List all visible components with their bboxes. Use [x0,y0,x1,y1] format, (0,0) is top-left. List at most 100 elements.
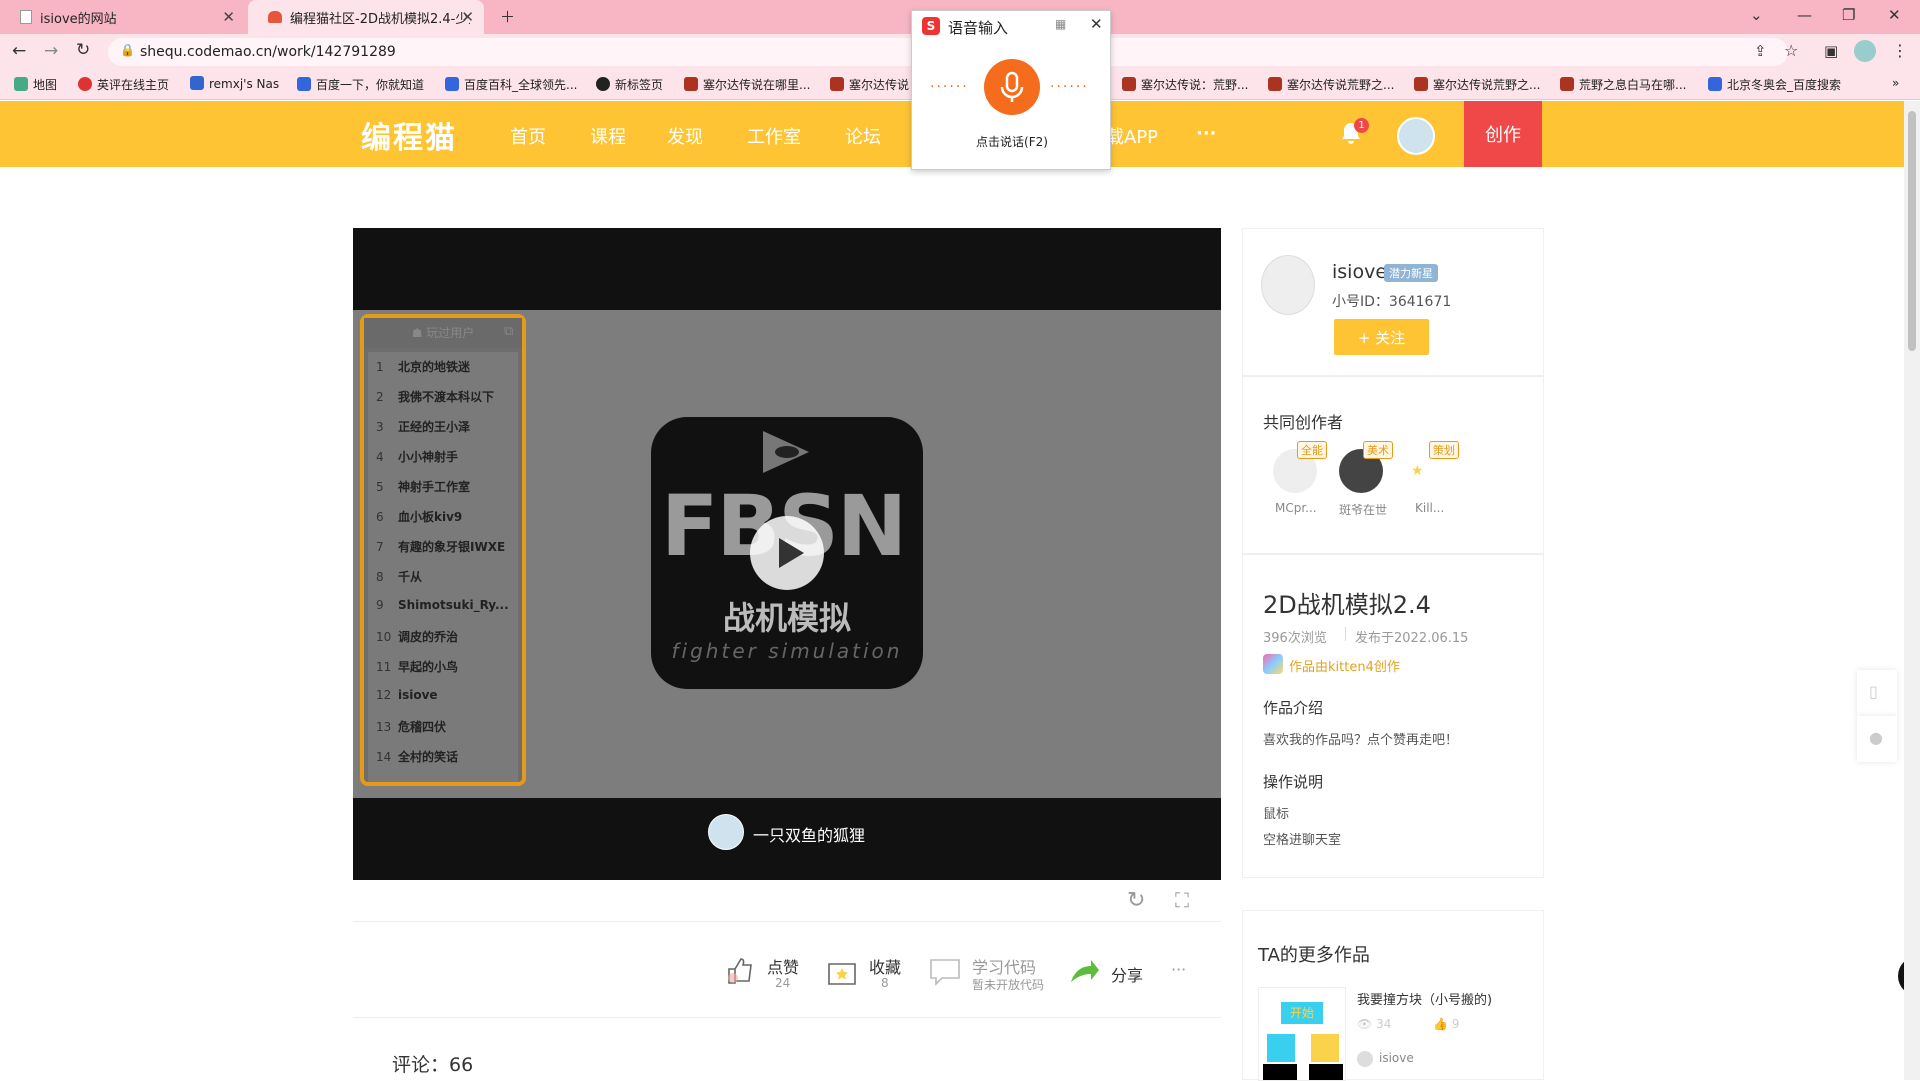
bookmark-item[interactable]: 新标签页 [596,76,663,93]
author-avatar[interactable] [708,814,744,850]
bookmarks-overflow-icon[interactable]: » [1892,76,1899,90]
intro-text: 喜欢我的作品吗？点个赞再走吧！ [1263,733,1459,748]
close-popup-icon[interactable]: ✕ [1090,15,1103,33]
coauthor-role-tag: 策划 [1429,441,1459,459]
thumb-block-yellow [1311,1034,1339,1062]
leaderboard-row: 3 正经的王小泽 [376,420,471,434]
nav-more[interactable]: ··· [1196,123,1217,144]
lock-icon: 🔒 [120,43,135,57]
learn-code-button[interactable]: 学习代码 暂未开放代码 [928,952,1058,992]
fullscreen-icon[interactable]: ⛶ [1175,888,1189,912]
site-logo[interactable]: 编程猫 [361,113,457,157]
game-title-text: 战机模拟 [722,599,851,637]
bookmark-item[interactable]: 塞尔达传说：荒野... [1122,76,1248,93]
bookmark-item[interactable]: 地图 [14,76,57,93]
thumb-block-blue [1267,1034,1295,1062]
new-tab-icon[interactable]: ＋ [500,6,515,27]
nav-courses[interactable]: 课程 [590,123,626,149]
restore-icon[interactable]: ❐ [1842,6,1855,24]
leaderboard-row: 10 调皮的乔治 [376,630,459,644]
notification-badge: 1 [1354,118,1369,133]
user-name[interactable]: isiove [1332,261,1387,283]
work-tool-link[interactable]: 作品由kitten4创作 [1289,656,1400,675]
close-window-icon[interactable]: ✕ [1888,6,1901,24]
share-page-icon[interactable]: ⇪ [1754,42,1767,60]
profile-avatar[interactable] [1854,40,1876,62]
coauthor-name[interactable]: MCpr... [1275,501,1317,515]
bookmark-star-icon[interactable]: ☆ [1784,41,1798,60]
coauthor-name[interactable]: Kill... [1415,501,1444,515]
leaderboard-list[interactable]: 1 北京的地铁迷 2 我佛不渡本科以下 3 正经的王小泽 4 小小神射手 5 神射手工作室… [368,352,518,782]
bookmark-item[interactable]: 塞尔达传说在哪里... [684,76,810,93]
restart-icon[interactable]: ↻ [1127,888,1145,913]
coauthor-role-tag: 全能 [1297,441,1327,459]
like-count: 24 [775,976,791,990]
qr-icon[interactable]: ▦ [1055,17,1066,31]
close-tab-icon[interactable]: ✕ [222,8,235,26]
scrollbar-thumb[interactable] [1908,111,1916,351]
bookmark-item[interactable]: remxj's Nas [190,76,279,91]
tab-title: 编程猫社区-2D战机模拟2.4-少儿 [290,11,470,27]
work-actions: 点赞 24 收藏 8 学习代码 暂未开放代码 分享 ··· [353,922,1221,1018]
play-button[interactable] [750,516,824,590]
bookmark-item[interactable]: 北京冬奥会_百度搜索 [1708,76,1841,93]
user-level-badge: 潜力新星 [1384,264,1438,282]
divider [1345,627,1346,641]
create-button[interactable]: 创作 [1464,101,1542,167]
nav-download-app[interactable]: 载APP [1106,123,1158,149]
back-icon[interactable]: ← [12,41,26,61]
user-avatar[interactable] [1261,255,1315,315]
tab-codemao-work[interactable]: 编程猫社区-2D战机模拟2.4-少儿 ✕ [248,0,484,34]
bookmark-item[interactable]: 荒野之息白马在哪... [1560,76,1686,93]
qq-button[interactable]: ● [1857,716,1897,762]
tab-isiove-site[interactable]: isiove的网站 ✕ [0,0,245,34]
more-work-title[interactable]: 我要撞方块（小号搬的) [1357,989,1492,1008]
bookmark-item[interactable]: 塞尔达传说荒野之... [1268,76,1394,93]
coauthors-title: 共同创作者 [1263,413,1344,432]
nav-home[interactable]: 首页 [510,123,546,149]
page-icon [20,10,32,24]
close-tab-icon[interactable]: ✕ [461,8,474,26]
minimize-icon[interactable]: — [1797,6,1812,24]
leaderboard-header: ☗ 玩过用户 [364,318,522,348]
nav-studio[interactable]: 工作室 [747,123,801,149]
bookmark-item[interactable]: 英评在线主页 [78,76,169,93]
work-views: 396次浏览 [1263,631,1327,646]
bookmark-item[interactable]: 塞尔达传说荒野之... [1414,76,1540,93]
page-scrollbar[interactable] [1904,101,1920,1080]
leaderboard-row: 9 Shimotsuki_Ry... [376,598,509,612]
coauthors-card: 共同创作者 全能 MCpr... 美术 斑爷在世 ★ 策划 Kill... [1242,376,1544,554]
likes-count: 👍 9 [1433,1017,1460,1031]
follow-button[interactable]: + 关注 [1334,319,1429,355]
qq-penguin-icon: ● [1869,728,1883,747]
work-thumbnail[interactable]: 开始 [1258,987,1346,1081]
eye-icon: 👁 [1357,1017,1373,1031]
menu-icon[interactable]: ⋮ [1892,41,1908,60]
header-user-avatar[interactable] [1397,117,1435,155]
sound-wave-left: ······ [930,79,969,95]
microphone-button[interactable] [984,59,1040,115]
nav-forum[interactable]: 论坛 [845,123,881,149]
game-stage[interactable]: ☗ 玩过用户 ⧉ 1 北京的地铁迷 2 我佛不渡本科以下 3 正经的王小泽 4 小小神射… [353,310,1221,798]
collect-count: 8 [881,976,889,990]
more-actions-icon[interactable]: ··· [1171,960,1186,979]
mobile-view-button[interactable]: ▯ [1857,670,1897,716]
external-link-icon[interactable]: ⧉ [504,324,513,339]
author-name[interactable]: 一只双鱼的狐狸 [753,822,865,846]
forward-icon[interactable]: → [44,41,58,61]
more-work-author[interactable]: isiove [1379,1051,1414,1065]
bookmark-item[interactable]: 塞尔达传说 [830,76,909,93]
bookmark-item[interactable]: 百度百科_全球领先... [445,76,577,93]
more-works-card: TA的更多作品 开始 我要撞方块（小号搬的) 👁 34 👍 9 isiove [1242,910,1544,1081]
coauthor-name[interactable]: 斑爷在世 [1339,501,1387,518]
voice-popup-title: 语音输入 [948,19,1009,37]
phone-icon: ▯ [1869,682,1878,701]
reload-icon[interactable]: ↻ [76,40,90,60]
ops-line: 空格进聊天室 [1263,833,1342,848]
nav-discover[interactable]: 发现 [667,123,703,149]
thumb-up-icon: 👍 [1433,1017,1448,1031]
bookmark-item[interactable]: 百度一下，你就知道 [297,76,424,93]
leaderboard-panel: ☗ 玩过用户 ⧉ 1 北京的地铁迷 2 我佛不渡本科以下 3 正经的王小泽 4 小小神射… [360,314,526,786]
tab-search-icon[interactable]: ⌄ [1750,6,1763,24]
sidepanel-icon[interactable]: ▣ [1824,42,1838,60]
